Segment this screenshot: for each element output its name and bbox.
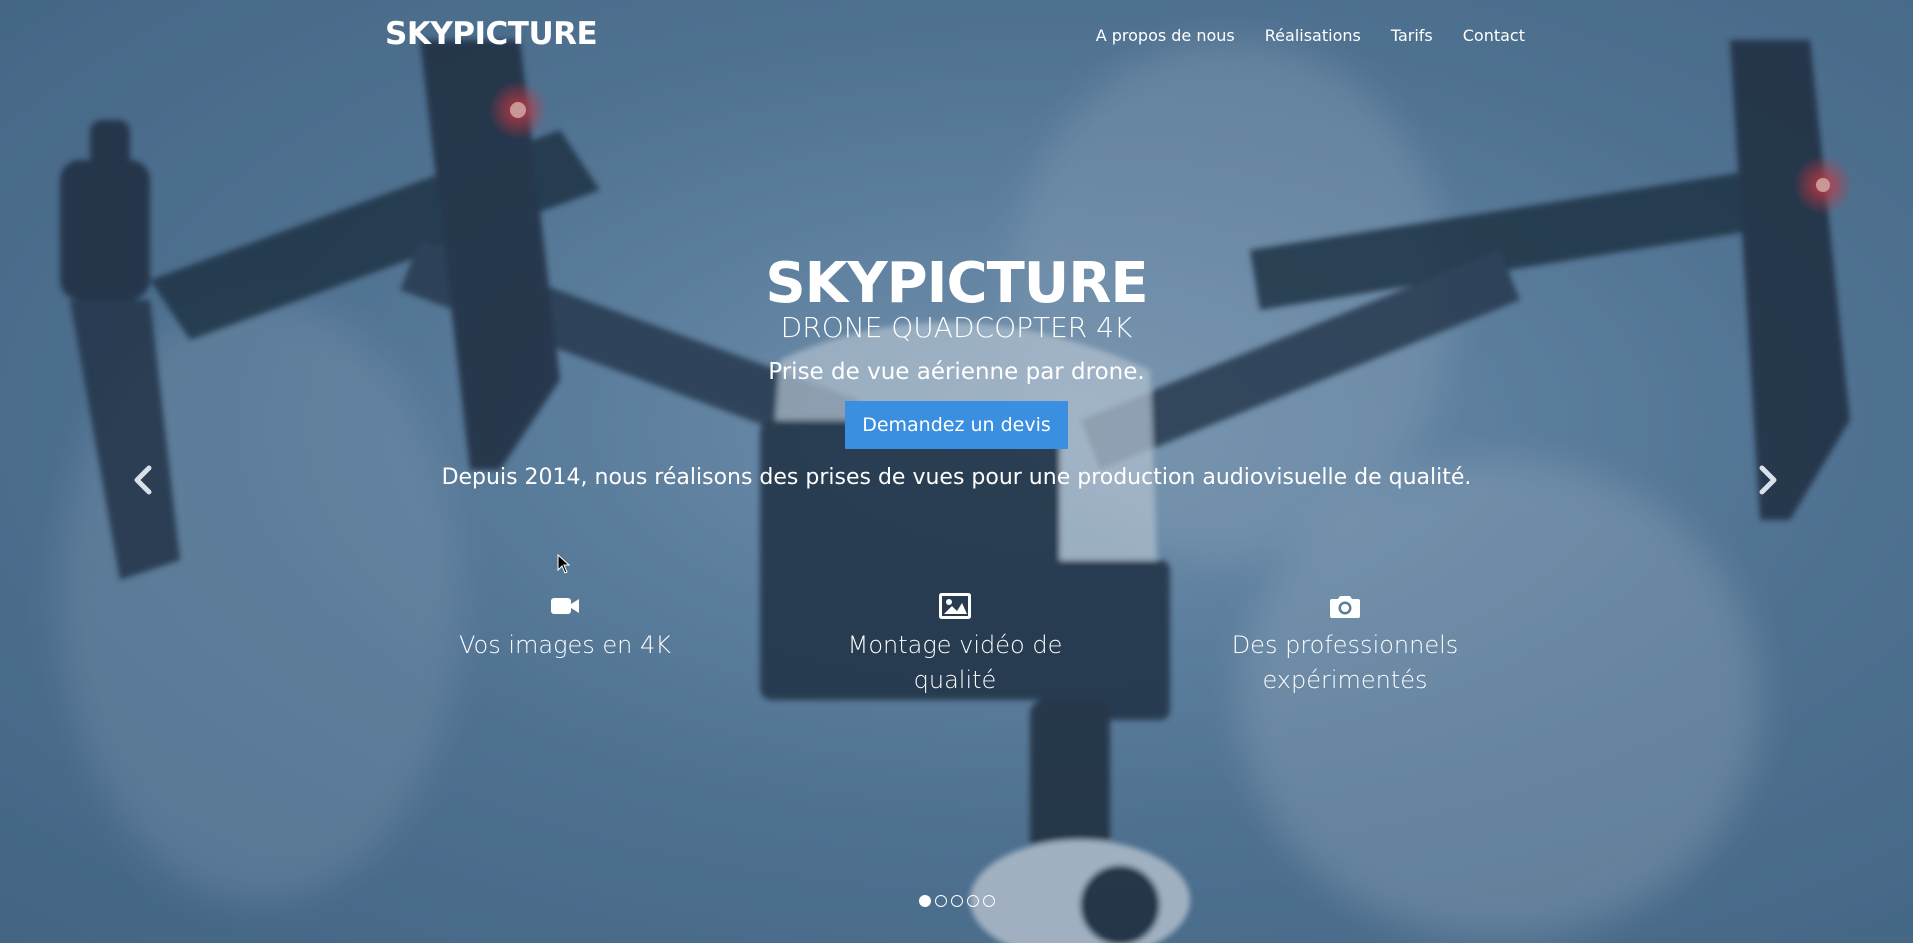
hero-subtitle: DRONE QUADCOPTER 4K [780, 311, 1133, 344]
hero-section: SKYPICTURE A propos de nous Réalisations… [0, 0, 1913, 943]
cta-wrapper: Demandez un devis [0, 401, 1913, 449]
hero-title: SKYPICTURE [765, 251, 1148, 316]
carousel-next-arrow-icon[interactable] [1748, 460, 1788, 500]
navbar: SKYPICTURE A propos de nous Réalisations… [0, 0, 1913, 72]
carousel-indicator-1[interactable] [918, 895, 931, 907]
hero-description: Depuis 2014, nous réalisons des prises d… [441, 465, 1472, 490]
nav-link-contact[interactable]: Contact [1463, 26, 1525, 45]
features-row: Vos images en 4K Montage vidéo de qualit… [0, 590, 1913, 710]
carousel-indicator-5[interactable] [982, 895, 995, 907]
video-camera-icon [551, 598, 579, 614]
carousel-prev-arrow-icon[interactable] [123, 460, 163, 500]
nav-links: A propos de nous Réalisations Tarifs Con… [1066, 26, 1525, 45]
feature-item: Montage vidéo de qualité [810, 590, 1100, 698]
feature-text: Montage vidéo de qualité [847, 631, 1063, 694]
brand-logo[interactable]: SKYPICTURE [385, 16, 598, 52]
nav-link-realisations[interactable]: Réalisations [1265, 26, 1361, 45]
carousel-indicator-3[interactable] [950, 895, 963, 907]
hero-tagline: Prise de vue aérienne par drone. [768, 359, 1145, 385]
feature-text: Des professionnels expérimentés [1231, 631, 1459, 694]
camera-icon [1330, 596, 1360, 618]
nav-link-tarifs[interactable]: Tarifs [1391, 26, 1433, 45]
mouse-cursor-icon [557, 554, 571, 574]
carousel-indicators [0, 895, 1913, 907]
carousel-indicator-4[interactable] [966, 895, 979, 907]
nav-link-about[interactable]: A propos de nous [1096, 26, 1235, 45]
image-icon [939, 593, 971, 619]
feature-item: Des professionnels expérimentés [1200, 590, 1490, 698]
feature-item: Vos images en 4K [420, 590, 710, 663]
feature-text: Vos images en 4K [458, 631, 672, 659]
request-quote-button[interactable]: Demandez un devis [845, 401, 1068, 449]
carousel-indicator-2[interactable] [934, 895, 947, 907]
